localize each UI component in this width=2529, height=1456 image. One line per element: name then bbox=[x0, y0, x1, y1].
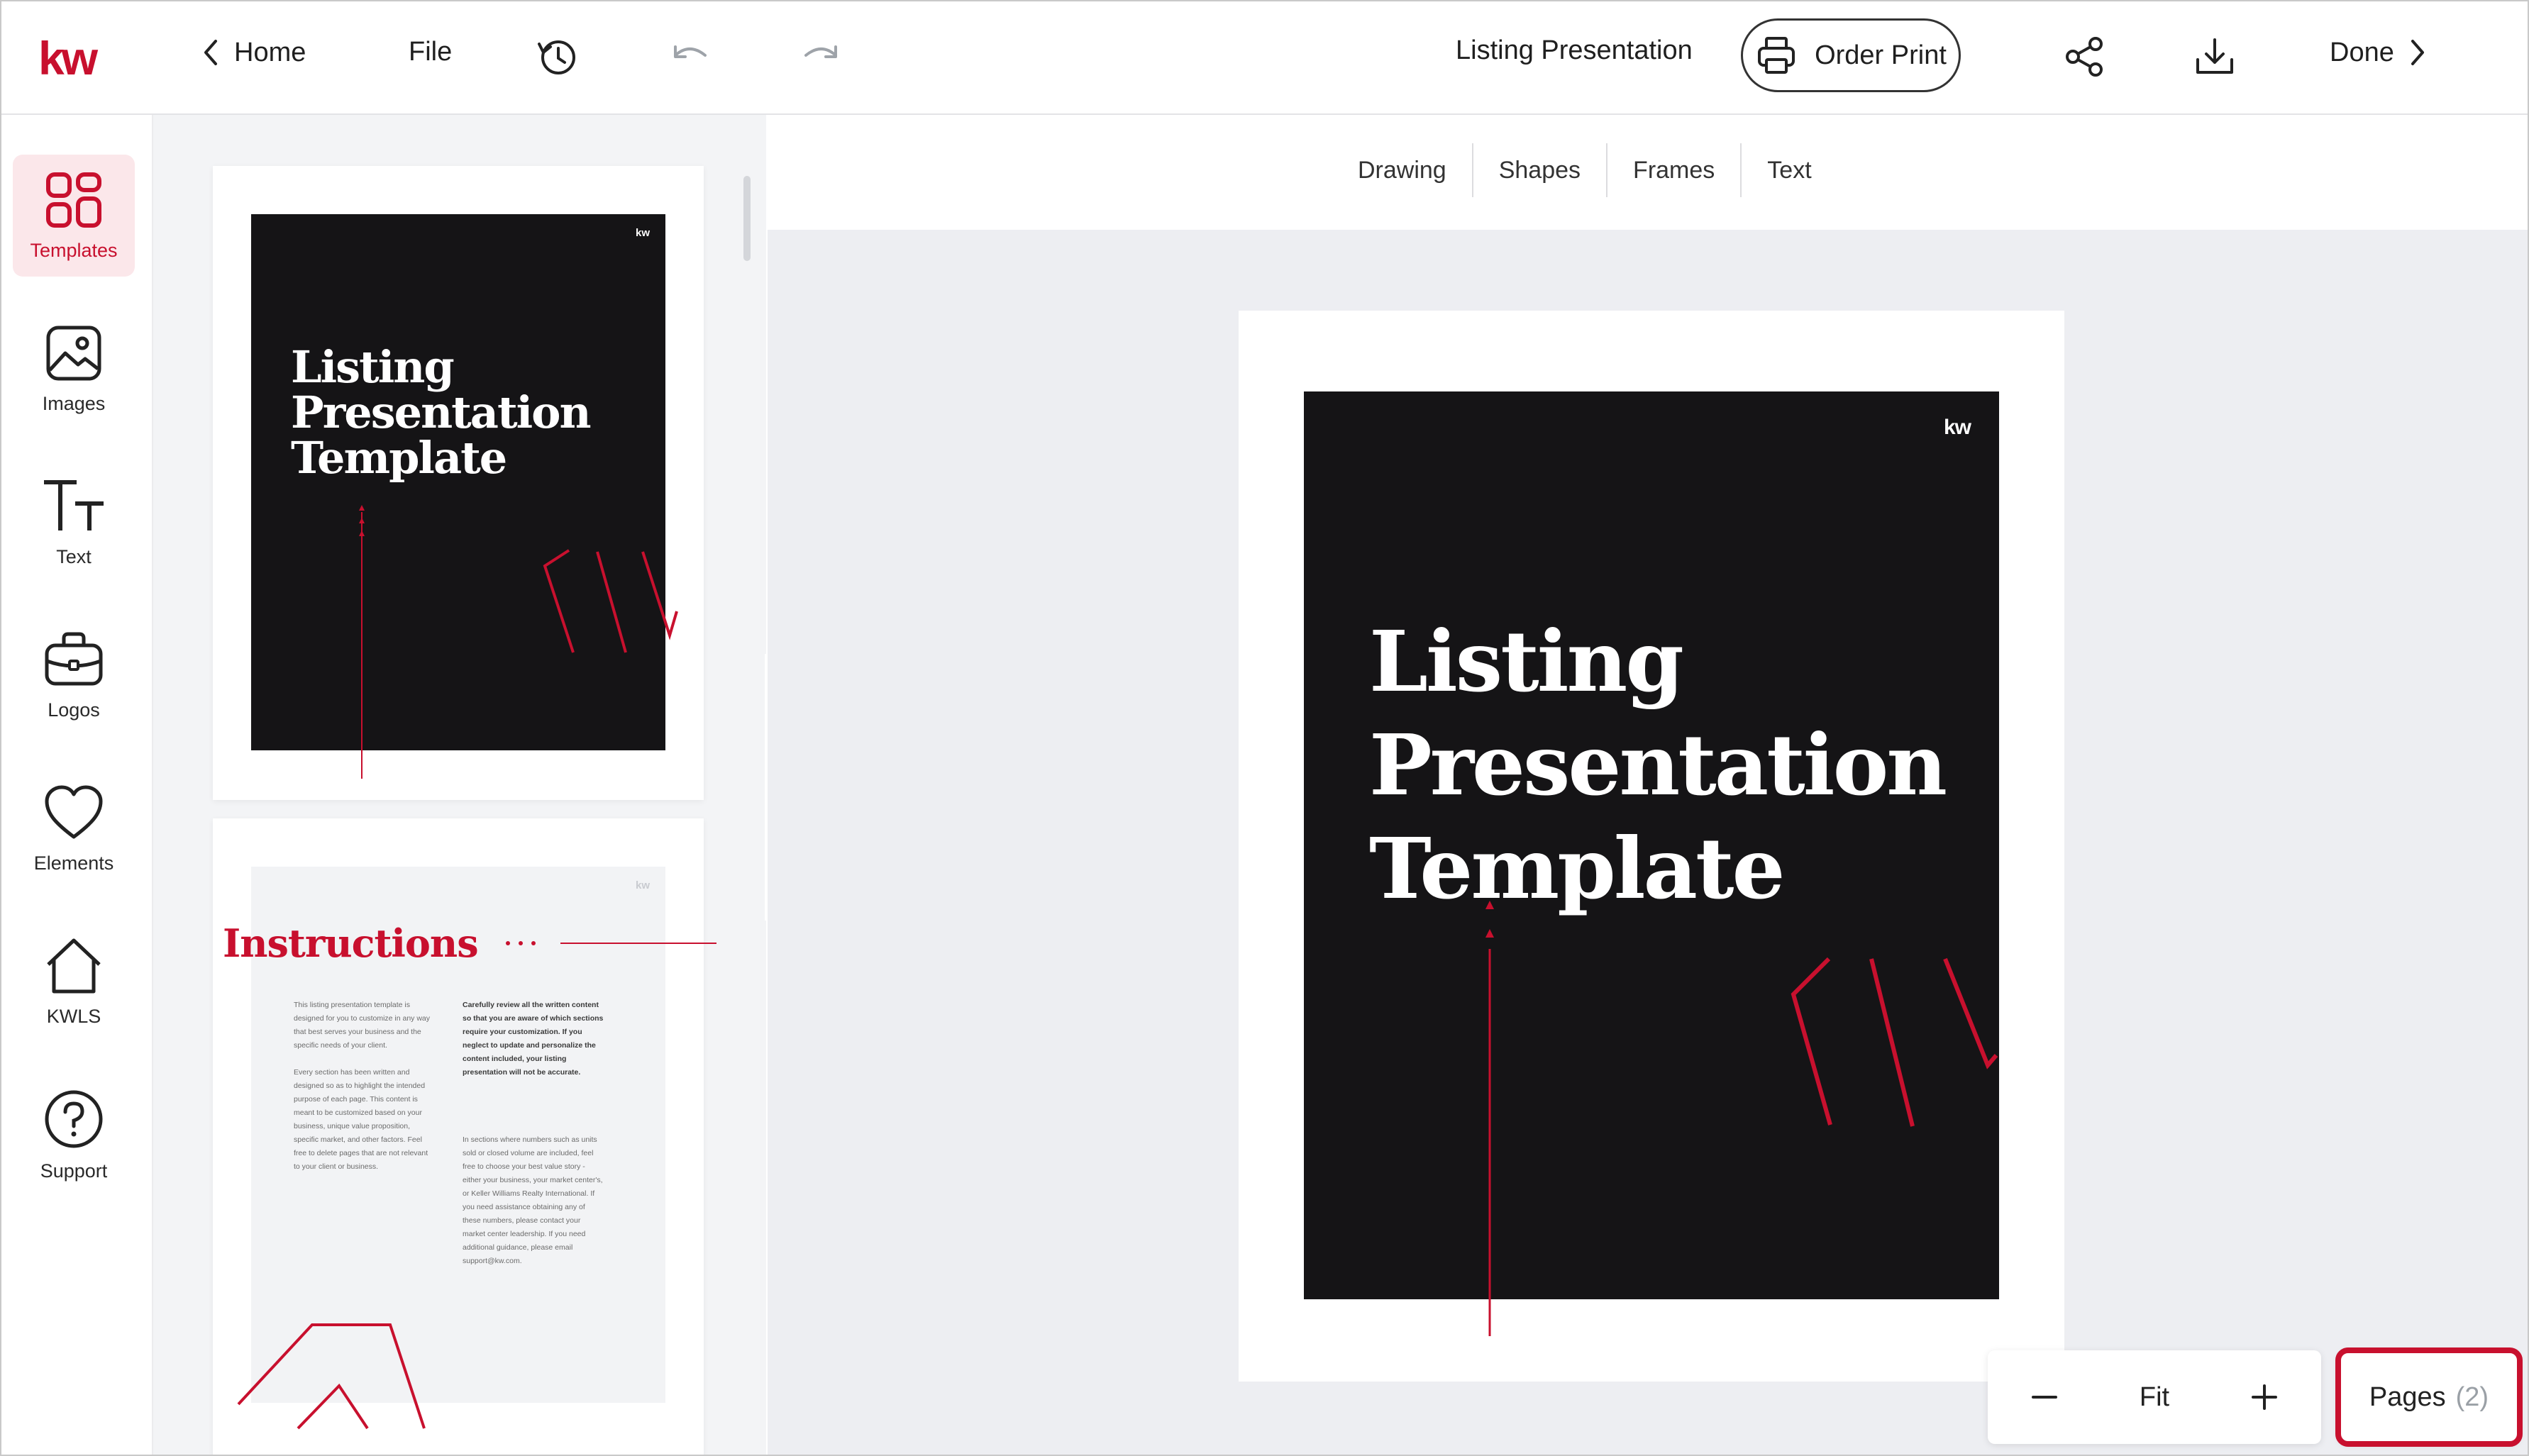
help-icon bbox=[45, 1090, 103, 1147]
pages-button[interactable]: Pages (2) bbox=[2338, 1350, 2520, 1444]
heart-icon bbox=[45, 785, 103, 838]
pages-count: (2) bbox=[2455, 1382, 2489, 1412]
canvas-page[interactable]: kw Listing Presentation Template bbox=[1239, 311, 2064, 1382]
thumb2-column-2-bold: Carefully review all the written content… bbox=[463, 1001, 604, 1077]
briefcase-icon bbox=[45, 632, 103, 685]
done-label: Done bbox=[2330, 37, 2394, 67]
zoom-in-icon[interactable] bbox=[2250, 1383, 2279, 1411]
thumb1-decoration bbox=[359, 505, 678, 779]
page-thumbnail-1[interactable]: kw Listing Presentation Template bbox=[213, 166, 704, 800]
rail-label-templates: Templates bbox=[30, 239, 118, 261]
tab-text[interactable]: Text bbox=[1742, 143, 1837, 197]
rail-item-elements[interactable]: Elements bbox=[13, 767, 135, 889]
zoom-fit-button[interactable]: Fit bbox=[2140, 1382, 2169, 1413]
rail-item-text[interactable]: Text bbox=[13, 461, 135, 583]
redo-icon[interactable] bbox=[799, 34, 844, 79]
chevron-right-icon bbox=[2411, 40, 2424, 65]
thumb2-heading-rule bbox=[506, 941, 716, 945]
rail-item-kwls[interactable]: KWLS bbox=[13, 921, 135, 1043]
rail-item-images[interactable]: Images bbox=[13, 308, 135, 430]
text-icon bbox=[44, 479, 104, 530]
zoom-controls: Fit bbox=[1988, 1350, 2321, 1444]
pages-panel: kw Listing Presentation Template kw Inst… bbox=[153, 115, 766, 1455]
document-title-text: Listing Presentation bbox=[1456, 35, 1693, 65]
thumb2-heading: Instructions bbox=[223, 921, 479, 966]
tab-shapes[interactable]: Shapes bbox=[1473, 143, 1606, 197]
rail-label-text: Text bbox=[56, 545, 92, 567]
secondary-toolbar: Drawing Shapes Frames Text bbox=[768, 115, 2528, 228]
rail-label-images: Images bbox=[42, 392, 106, 414]
tool-tabs: Drawing Shapes Frames Text bbox=[1332, 143, 1837, 197]
app-window: kw Home File Listing Presentation Order … bbox=[0, 0, 2529, 1456]
rail-label-support: Support bbox=[40, 1160, 108, 1182]
download-icon[interactable] bbox=[2192, 34, 2237, 79]
cover-decoration[interactable] bbox=[1239, 311, 2064, 1382]
design-canvas: kw Listing Presentation Template bbox=[768, 230, 2528, 1455]
order-print-label: Order Print bbox=[1815, 40, 1947, 70]
rail-item-templates[interactable]: Templates bbox=[13, 155, 135, 277]
thumb1-cover: kw Listing Presentation Template bbox=[251, 214, 678, 779]
done-button[interactable]: Done bbox=[2330, 37, 2428, 68]
printer-icon bbox=[1758, 37, 1795, 74]
file-menu[interactable]: File bbox=[409, 37, 452, 67]
order-print-button[interactable]: Order Print bbox=[1741, 18, 1961, 92]
page-thumbnail-2[interactable]: kw Instructions This listing presentatio… bbox=[213, 818, 716, 1455]
share-icon[interactable] bbox=[2062, 34, 2107, 79]
file-label: File bbox=[409, 37, 453, 67]
templates-icon bbox=[46, 172, 101, 228]
image-icon bbox=[46, 326, 101, 380]
kw-logo[interactable]: kw bbox=[38, 31, 98, 85]
thumb2-decoration bbox=[237, 1323, 426, 1430]
chevron-left-icon bbox=[204, 40, 217, 65]
pages-label: Pages bbox=[2369, 1382, 2446, 1412]
thumb2-kw-logo: kw bbox=[635, 879, 650, 891]
top-bar: kw Home File Listing Presentation Order … bbox=[1, 1, 2528, 115]
rail-label-elements: Elements bbox=[33, 852, 114, 874]
panel-scrollbar[interactable] bbox=[743, 176, 751, 261]
undo-icon[interactable] bbox=[667, 34, 712, 79]
zoom-out-icon[interactable] bbox=[2030, 1383, 2059, 1411]
house-icon bbox=[47, 938, 101, 993]
history-icon[interactable] bbox=[535, 34, 580, 79]
left-rail: Templates Images Text Logos Elements KWL… bbox=[1, 115, 153, 1455]
tab-frames[interactable]: Frames bbox=[1607, 143, 1740, 197]
thumb2-column-1: This listing presentation template is de… bbox=[294, 1001, 431, 1171]
rail-label-logos: Logos bbox=[48, 699, 100, 721]
thumb2-column-2: In sections where numbers such as units … bbox=[463, 1135, 603, 1265]
home-label: Home bbox=[234, 37, 306, 67]
rail-item-support[interactable]: Support bbox=[13, 1074, 135, 1196]
home-button[interactable]: Home bbox=[200, 37, 306, 68]
rail-label-kwls: KWLS bbox=[46, 1005, 101, 1027]
rail-item-logos[interactable]: Logos bbox=[13, 614, 135, 736]
tab-drawing[interactable]: Drawing bbox=[1332, 143, 1472, 197]
document-title[interactable]: Listing Presentation bbox=[1456, 35, 1693, 66]
